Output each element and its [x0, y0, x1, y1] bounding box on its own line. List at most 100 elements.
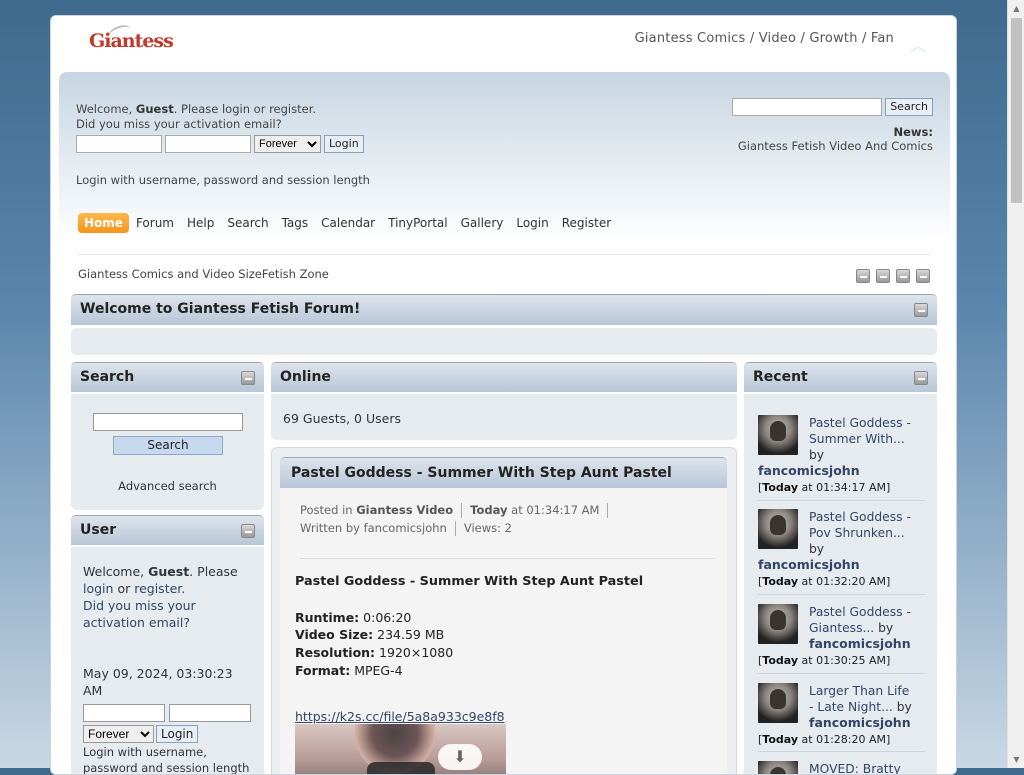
user-login-button[interactable]: Login — [156, 725, 199, 743]
recent-item-author[interactable]: fancomicsjohn — [809, 715, 911, 730]
activation-link[interactable]: Did you miss your activation email? — [76, 117, 282, 131]
recent-item: MOVED: Bratty — [758, 761, 927, 774]
avatar[interactable] — [758, 509, 798, 549]
article-today: Today — [470, 503, 508, 517]
collapse-welcome-icon[interactable] — [914, 303, 928, 317]
recent-item-title[interactable]: MOVED: Bratty — [809, 761, 927, 774]
collapse-recent-icon[interactable] — [914, 371, 928, 385]
avatar[interactable] — [758, 604, 798, 644]
recent-item-author[interactable]: fancomicsjohn — [758, 557, 860, 572]
recent-item-title[interactable]: Pastel Goddess - Summer With... by — [809, 415, 927, 463]
recent-item-time: [Today at 01:28:20 AM] — [758, 733, 891, 746]
play-icon[interactable] — [367, 762, 435, 774]
menu-item-gallery[interactable]: Gallery — [455, 213, 510, 233]
main-menu: Home Forum Help Search Tags Calendar Tin… — [78, 213, 618, 233]
menu-item-help[interactable]: Help — [181, 213, 220, 233]
search-block-title: Search — [80, 369, 135, 385]
recent-divider — [758, 594, 925, 595]
scroll-up-icon[interactable]: ▲ — [1008, 0, 1024, 17]
recent-item: Pastel Goddess - Giantess... by fancomics… — [758, 604, 925, 679]
toggle-upper-panel-icon[interactable] — [896, 269, 910, 283]
avatar[interactable] — [758, 761, 798, 774]
panel-toggle-group — [856, 269, 930, 283]
advanced-search-link[interactable]: Advanced search — [71, 479, 264, 493]
news-label: News: — [893, 125, 934, 139]
recent-item: Larger Than Life - Late Night... by fanco… — [758, 683, 925, 758]
collapse-header-icon[interactable]: ︿ — [910, 32, 926, 56]
resolution-label: Resolution: — [295, 645, 376, 661]
user-password-input[interactable] — [169, 704, 251, 722]
recent-item-title[interactable]: Pastel Goddess - Pov Shrunken... by — [809, 509, 927, 557]
recent-block-body: Pastel Goddess - Summer With... by fancomi… — [744, 394, 937, 774]
menu-item-tinyportal[interactable]: TinyPortal — [382, 213, 453, 233]
menu-item-tags[interactable]: Tags — [276, 213, 315, 233]
session-length-select[interactable]: Forever — [254, 135, 321, 153]
article-content: Pastel Goddess - Summer With Step Aunt P… — [295, 573, 644, 724]
article-body: Posted in Giantess Video Today at 01:34:1… — [280, 488, 727, 774]
online-block-body: 69 Guests, 0 Users — [271, 394, 737, 440]
site-logo[interactable]: Giantess — [89, 30, 174, 52]
collapse-search-icon[interactable] — [241, 371, 255, 385]
user-register-link[interactable]: register — [134, 581, 181, 596]
breadcrumb[interactable]: Giantess Comics and Video SizeFetish Zon… — [78, 267, 329, 281]
size-value: 234.59 MB — [377, 627, 445, 643]
user-or: or — [117, 581, 131, 596]
toggle-lower-panel-icon[interactable] — [916, 269, 930, 283]
avatar[interactable] — [758, 415, 798, 455]
recent-item-time: [Today at 01:30:25 AM] — [758, 654, 891, 667]
collapse-user-icon[interactable] — [241, 524, 255, 538]
size-row: Video Size: 234.59 MB — [295, 626, 643, 644]
side-search-input[interactable] — [93, 413, 243, 431]
welcome-prefix: Welcome, — [76, 102, 133, 116]
scroll-down-icon[interactable]: ▼ — [1008, 751, 1024, 768]
menu-divider — [78, 254, 930, 255]
article-title[interactable]: Pastel Goddess - Summer With Step Aunt P… — [291, 465, 672, 481]
password-input[interactable] — [165, 135, 251, 153]
runtime-value: 0:06:20 — [363, 609, 412, 625]
welcome-suffix: . Please login or register. — [173, 102, 317, 116]
recent-item-title[interactable]: Larger Than Life - Late Night... by — [809, 683, 927, 715]
online-block-title: Online — [280, 369, 331, 385]
article-category-link[interactable]: Giantess Video — [356, 503, 453, 517]
page-scrollbar[interactable]: ▲ ▼ — [1007, 0, 1024, 768]
menu-item-forum[interactable]: Forum — [130, 213, 180, 233]
user-username-input[interactable] — [83, 704, 165, 722]
toggle-right-panel-icon[interactable] — [876, 269, 890, 283]
menu-item-home[interactable]: Home — [78, 213, 129, 233]
menu-item-register[interactable]: Register — [556, 213, 617, 233]
article-header: Pastel Goddess - Summer With Step Aunt P… — [280, 457, 727, 488]
welcome-block-body — [71, 328, 937, 355]
menu-item-search[interactable]: Search — [221, 213, 274, 233]
online-count: 69 Guests, 0 Users — [283, 411, 401, 426]
article-meta: Posted in Giantess Video Today at 01:34:1… — [300, 501, 720, 537]
recent-item-author[interactable]: fancomicsjohn — [809, 636, 911, 651]
menu-item-login[interactable]: Login — [510, 213, 554, 233]
scrollbar-thumb[interactable] — [1011, 18, 1022, 203]
resolution-value: 1920×1080 — [379, 645, 454, 661]
meta-separator — [454, 521, 456, 536]
top-search-input[interactable] — [732, 98, 883, 116]
recent-item-time: [Today at 01:32:20 AM] — [758, 575, 891, 588]
recent-divider — [758, 500, 925, 501]
top-search-button[interactable]: Search — [885, 98, 933, 116]
toggle-left-panel-icon[interactable] — [856, 269, 870, 283]
guest-user-box: Welcome, Guest. Please login or register… — [76, 102, 316, 132]
content-title: Pastel Goddess - Summer With Step Aunt P… — [295, 574, 644, 589]
format-value: MPEG-4 — [354, 662, 403, 678]
user-session-select[interactable]: Forever — [83, 725, 154, 743]
video-thumbnail[interactable]: ⬇ — [295, 724, 506, 774]
side-search-button[interactable]: Search — [113, 436, 223, 455]
login-button[interactable]: Login — [324, 135, 364, 153]
recent-item-author[interactable]: fancomicsjohn — [758, 463, 860, 478]
menu-item-calendar[interactable]: Calendar — [315, 213, 381, 233]
username-input[interactable] — [76, 135, 162, 153]
user-block-body: Welcome, Guest. Please login or register… — [71, 547, 264, 774]
avatar[interactable] — [758, 683, 798, 723]
article-author: Written by fancomicsjohn — [300, 521, 447, 535]
download-arrow-icon[interactable]: ⬇ — [438, 744, 482, 770]
login-help-text: Login with username, password and sessio… — [76, 173, 370, 187]
user-activation-link[interactable]: Did you miss your activation email? — [83, 598, 196, 630]
search-block-header: Search — [71, 362, 264, 392]
user-login-link[interactable]: login — [83, 581, 113, 596]
recent-item-title[interactable]: Pastel Goddess - Giantess... by — [809, 604, 927, 636]
